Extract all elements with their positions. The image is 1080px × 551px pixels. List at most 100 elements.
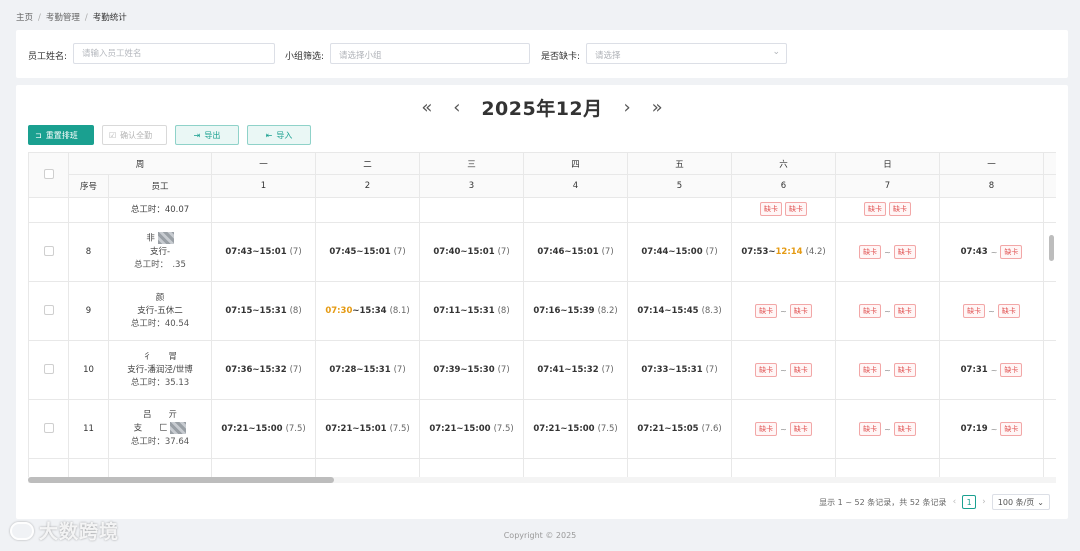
day-cell[interactable] — [419, 197, 525, 223]
day-cell[interactable]: 07:40~15:01 (7) — [419, 222, 525, 282]
day-cell[interactable] — [211, 458, 317, 479]
missing-badge: 缺卡 — [785, 202, 808, 216]
day-cell[interactable]: 缺卡 ~ 缺卡 — [731, 340, 837, 400]
day-hours: (7) — [393, 247, 406, 257]
punch-record: 07:16~15:39 (8.2) — [533, 306, 618, 316]
day-cell[interactable]: 07:11~15:31 (8) — [419, 281, 525, 341]
missing-punch-pair: 缺卡 ~ 缺卡 — [859, 363, 916, 377]
day-cell[interactable]: 缺卡 ~ 缺卡 — [939, 281, 1045, 341]
import-button[interactable]: ⇤ 导入 — [247, 125, 311, 145]
export-button[interactable]: ⇥ 导出 — [175, 125, 239, 145]
day-cell[interactable]: 07:46~15:01 (7) — [523, 222, 629, 282]
day-cell[interactable] — [1043, 340, 1056, 400]
day-cell[interactable]: 07:21~15:01 (7.5) — [315, 399, 421, 459]
breadcrumb-attendance[interactable]: 考勤管理 — [46, 11, 80, 23]
day-cell[interactable] — [1043, 458, 1056, 479]
day-cell[interactable] — [627, 458, 733, 479]
day-cell[interactable] — [523, 197, 629, 223]
day-cell[interactable]: 缺卡 ~ 缺卡 — [835, 281, 941, 341]
day-hours: (7) — [601, 247, 614, 257]
punch-record: 07:28~15:31 (7) — [329, 365, 406, 375]
select-all-checkbox[interactable] — [43, 168, 54, 179]
day-cell[interactable]: 07:33~15:31 (7) — [627, 340, 733, 400]
day-cell[interactable] — [627, 197, 733, 223]
prev-month-button[interactable]: ‹ — [453, 97, 460, 118]
row-checkbox[interactable] — [43, 422, 54, 433]
day-cell[interactable]: 07:21~15:00 (7.5) — [523, 399, 629, 459]
day-cell[interactable]: 07:21~15:00 (7.5) — [211, 399, 317, 459]
total-hours: 总工时：37.64 — [130, 436, 190, 447]
header-row-date: 序号 员工 1 2 3 4 5 6 7 8 — [29, 174, 1056, 198]
day-cell[interactable]: 缺卡 ~ 缺卡 — [835, 399, 941, 459]
employee-name-input[interactable] — [73, 43, 275, 64]
group-filter-select[interactable]: 请选择小组 — [330, 43, 530, 64]
vertical-scrollbar[interactable] — [1049, 235, 1054, 261]
day-cell[interactable] — [939, 458, 1045, 479]
missing-badge: 缺卡 — [760, 202, 783, 216]
day-cell[interactable]: 07:44~15:00 (7) — [627, 222, 733, 282]
next-page-button[interactable]: › — [982, 497, 986, 507]
day-cell[interactable] — [731, 458, 837, 479]
day-cell[interactable]: 07:31 ~ 缺卡 — [939, 340, 1045, 400]
page-1-button[interactable]: 1 — [962, 495, 977, 509]
breadcrumb-home[interactable]: 主页 — [16, 11, 33, 23]
day-cell[interactable]: 缺卡 ~ 缺卡 — [731, 399, 837, 459]
day-cell[interactable]: 07:41~15:32 (7) — [523, 340, 629, 400]
day-cell[interactable] — [1043, 281, 1056, 341]
day-cell[interactable] — [315, 197, 421, 223]
row-checkbox[interactable] — [43, 245, 54, 256]
day-cell[interactable]: 07:53~12:14 (4.2) — [731, 222, 837, 282]
day-cell[interactable]: 07:45~15:01 (7) — [315, 222, 421, 282]
tilde: ~ — [884, 365, 891, 375]
day-cell[interactable] — [1043, 399, 1056, 459]
day-cell[interactable] — [835, 458, 941, 479]
breadcrumb-separator: / — [38, 13, 41, 23]
day-cell[interactable]: 07:21~15:05 (7.6) — [627, 399, 733, 459]
day-cell[interactable]: 07:36~15:32 (7) — [211, 340, 317, 400]
page-size-select[interactable]: 100 条/页 ⌄ — [991, 494, 1050, 510]
main-panel: « ‹ 2025年12月 › » ⊐ 重置排班 ☑ 确认全勤 ⇥ 导出 ⇤ 导入 周 一… — [16, 85, 1068, 519]
table-row — [28, 458, 1056, 479]
prev-year-button[interactable]: « — [421, 97, 432, 118]
day-cell[interactable] — [315, 458, 421, 479]
day-cell[interactable]: 07:30~15:34 (8.1) — [315, 281, 421, 341]
reset-schedule-button[interactable]: ⊐ 重置排班 — [28, 125, 94, 145]
day-cell[interactable]: 07:19 ~ 缺卡 — [939, 399, 1045, 459]
day-cell[interactable] — [419, 458, 525, 479]
day-cell[interactable] — [211, 197, 317, 223]
day-cell[interactable] — [1043, 197, 1056, 223]
tilde: ~ — [884, 247, 891, 257]
day-cell[interactable]: 缺卡 ~ 缺卡 — [835, 222, 941, 282]
day-cell[interactable]: 07:43 ~ 缺卡 — [939, 222, 1045, 282]
day-cell[interactable]: 07:28~15:31 (7) — [315, 340, 421, 400]
confirm-attendance-button[interactable]: ☑ 确认全勤 — [102, 125, 167, 145]
prev-page-button[interactable]: ‹ — [953, 497, 957, 507]
day-cell[interactable]: 07:39~15:30 (7) — [419, 340, 525, 400]
next-month-button[interactable]: › — [624, 97, 631, 118]
day-hours: (8) — [497, 306, 510, 316]
day-cell[interactable]: 07:16~15:39 (8.2) — [523, 281, 629, 341]
day-cell[interactable]: 07:14~15:45 (8.3) — [627, 281, 733, 341]
punch-in: 07:43 — [225, 247, 253, 257]
day-hours: (7) — [705, 247, 718, 257]
next-year-button[interactable]: » — [652, 97, 663, 118]
table-row: 10 彳 冐 支行-潘润泾/世博 总工时：35.13 07:36~15:32 (7… — [28, 340, 1056, 400]
day-cell[interactable]: 缺卡 缺卡 — [731, 197, 837, 223]
day-cell[interactable]: 缺卡 ~ 缺卡 — [835, 340, 941, 400]
day-cell[interactable]: 缺卡 ~ 缺卡 — [731, 281, 837, 341]
day-cell[interactable] — [939, 197, 1045, 223]
employee-team: 支行-五休二 — [137, 305, 183, 316]
row-checkbox[interactable] — [43, 304, 54, 315]
employee-name: 颜 — [155, 292, 165, 303]
day-cell[interactable]: 07:15~15:31 (8) — [211, 281, 317, 341]
punch-in: 07:45 — [329, 247, 357, 257]
total-hours: 总工时：35.13 — [130, 377, 190, 388]
day-cell[interactable]: 07:43~15:01 (7) — [211, 222, 317, 282]
day-cell[interactable]: 缺卡 缺卡 — [835, 197, 941, 223]
day-cell[interactable] — [523, 458, 629, 479]
tilde: ~ — [884, 424, 891, 434]
horizontal-scrollbar[interactable] — [28, 477, 334, 483]
row-checkbox[interactable] — [43, 363, 54, 374]
missing-card-select[interactable]: 请选择 ⌄ — [586, 43, 787, 64]
day-cell[interactable]: 07:21~15:00 (7.5) — [419, 399, 525, 459]
